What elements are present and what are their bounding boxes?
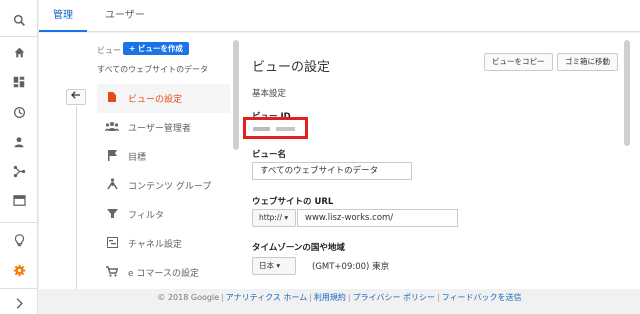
nav-item-label: ビューの設定 <box>128 95 183 105</box>
cart-icon <box>102 265 122 280</box>
left-rail <box>0 0 38 314</box>
create-view-button[interactable]: + ビューを作成 <box>123 42 189 55</box>
nav-item-view-settings[interactable]: ビューの設定 <box>97 84 230 113</box>
page-title: ビューの設定 <box>252 60 331 75</box>
tab-admin[interactable]: 管理 <box>39 0 87 32</box>
nav-item-goals[interactable]: 目標 <box>97 142 230 171</box>
timezone-country-select[interactable]: 日本 ▾ <box>252 257 296 275</box>
people-icon <box>102 121 122 134</box>
move-to-trash-button[interactable]: ゴミ箱に移動 <box>557 53 618 71</box>
nav-item-user-management[interactable]: ユーザー管理者 <box>97 113 230 142</box>
acquisition-icon[interactable] <box>0 157 38 185</box>
search-icon[interactable] <box>0 6 38 34</box>
terms-link[interactable]: 利用規約 <box>314 293 346 302</box>
basic-settings-heading: 基本設定 <box>252 89 287 99</box>
person-icon[interactable] <box>0 128 38 156</box>
nav-item-label: 目標 <box>128 153 147 163</box>
view-name-label: ビュー名 <box>252 150 287 160</box>
tab-user[interactable]: ユーザー <box>91 0 159 32</box>
nav-item-label: フィルタ <box>128 211 164 221</box>
view-name-input[interactable]: すべてのウェブサイトのデータ <box>252 162 412 180</box>
nav-item-filters[interactable]: フィルタ <box>97 200 230 229</box>
lightbulb-icon[interactable] <box>0 226 38 254</box>
view-nav-list: ビューの設定 ユーザー管理者 目標 コンテンツ グループ フィルタ チャネル設定 <box>97 84 230 287</box>
highlight-box <box>243 117 308 139</box>
website-url-input[interactable]: www.lisz-works.com/ <box>297 209 458 227</box>
nav-item-channel-settings[interactable]: チャネル設定 <box>97 229 230 258</box>
website-url-label: ウェブサイトの URL <box>252 197 334 207</box>
timezone-value[interactable]: (GMT+09:00) 東京 <box>312 260 389 272</box>
analytics-home-link[interactable]: アナリティクス ホーム <box>226 293 307 302</box>
clock-icon[interactable] <box>0 98 38 126</box>
nav-item-ecommerce-settings[interactable]: e コマースの設定 <box>97 258 230 287</box>
channel-icon <box>102 236 122 251</box>
view-column-label: ビュー <box>97 46 121 55</box>
nav-item-label: チャネル設定 <box>128 240 182 250</box>
settings-scrollbar[interactable] <box>624 40 630 146</box>
privacy-policy-link[interactable]: プライバシー ポリシー <box>353 293 435 302</box>
copyright: © 2018 Google <box>157 293 220 302</box>
chevron-right-icon[interactable] <box>0 289 38 314</box>
nav-item-content-grouping[interactable]: コンテンツ グループ <box>97 171 230 200</box>
content-group-icon <box>102 178 122 193</box>
document-icon <box>102 91 122 106</box>
url-protocol-select[interactable]: http:// ▾ <box>252 209 296 227</box>
copy-view-button[interactable]: ビューをコピー <box>484 53 553 71</box>
send-feedback-link[interactable]: フィードバックを送信 <box>442 293 522 302</box>
gear-icon[interactable] <box>0 256 38 284</box>
footer: © 2018 Google | アナリティクス ホーム | 利用規約 | プライバシー ポリ… <box>157 293 522 302</box>
nav-item-label: e コマースの設定 <box>128 269 199 279</box>
nav-item-label: ユーザー管理者 <box>128 124 191 134</box>
timezone-label: タイムゾーンの国や地域 <box>252 243 345 253</box>
column-divider-line <box>76 106 77 290</box>
behavior-icon[interactable] <box>0 186 38 214</box>
back-arrow-button[interactable] <box>66 89 86 105</box>
nav-item-label: コンテンツ グループ <box>128 182 212 192</box>
top-tab-bar: 管理 ユーザー <box>39 0 640 32</box>
dashboard-icon[interactable] <box>0 68 38 96</box>
view-column-scrollbar[interactable] <box>233 40 239 150</box>
arrow-left-icon <box>71 91 80 99</box>
flag-icon <box>102 149 122 164</box>
filter-icon <box>102 208 122 222</box>
home-icon[interactable] <box>0 38 38 66</box>
view-selector-name[interactable]: すべてのウェブサイトのデータ <box>97 64 208 75</box>
